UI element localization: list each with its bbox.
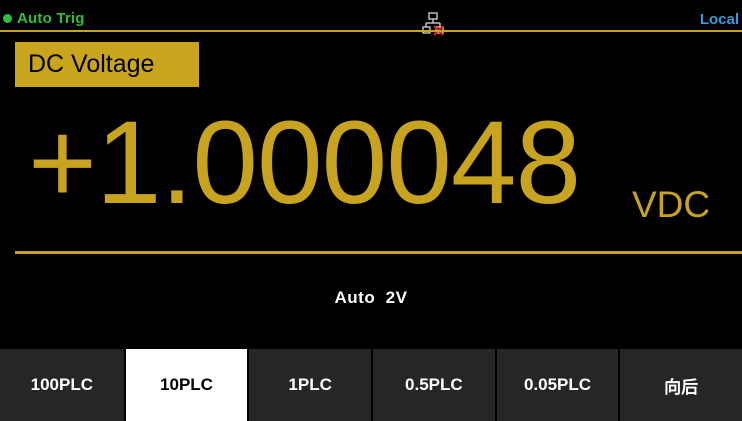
trigger-status: Auto Trig	[3, 9, 85, 27]
softkey-back[interactable]: 向后	[620, 349, 742, 421]
softkey-100plc[interactable]: 100PLC	[0, 349, 124, 421]
measurement-unit: VDC	[632, 184, 711, 225]
softkey-bar: 100PLC 10PLC 1PLC 0.5PLC 0.05PLC 向后	[0, 349, 742, 421]
softkey-1plc[interactable]: 1PLC	[249, 349, 371, 421]
trigger-label: Auto Trig	[17, 9, 85, 27]
function-tag: DC Voltage	[15, 42, 199, 87]
reading-divider	[15, 251, 742, 254]
status-bar: Auto Trig Local	[0, 0, 742, 36]
measurement-value: +1.000048	[28, 97, 581, 229]
softkey-10plc[interactable]: 10PLC	[125, 349, 248, 421]
trigger-indicator-icon	[3, 13, 12, 23]
network-disconnected-icon	[422, 12, 444, 36]
function-label: DC Voltage	[28, 50, 155, 78]
softkey-0-05plc[interactable]: 0.05PLC	[496, 349, 619, 421]
softkey-0-5plc[interactable]: 0.5PLC	[373, 349, 495, 421]
range-label: Auto 2V	[334, 288, 408, 307]
header-divider	[0, 30, 742, 32]
remote-status-label: Local	[699, 11, 739, 28]
